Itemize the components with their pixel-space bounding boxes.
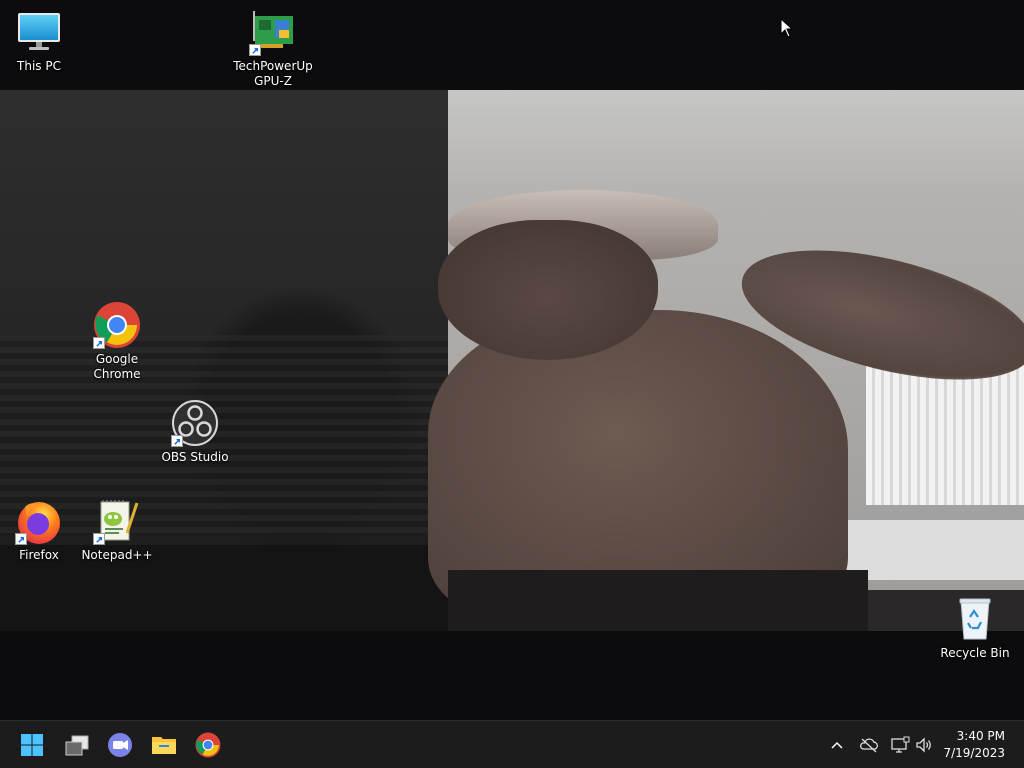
- clock-time: 3:40 PM: [956, 729, 1005, 743]
- show-hidden-icons-button[interactable]: [825, 733, 849, 757]
- desktop-icon-label: Recycle Bin: [940, 646, 1010, 660]
- task-view-icon: [65, 735, 89, 756]
- desktop-icon-label: This PC: [17, 59, 61, 73]
- monitor-icon: [15, 8, 63, 56]
- task-view-button[interactable]: [57, 725, 97, 765]
- shortcut-arrow-icon: [249, 44, 261, 56]
- obs-icon: [171, 399, 219, 447]
- desktop-icon-obs[interactable]: OBS Studio: [156, 399, 234, 465]
- mouse-cursor-icon: [780, 18, 794, 38]
- chat-button[interactable]: [100, 725, 140, 765]
- chevron-up-icon: [831, 741, 843, 749]
- taskbar-clock[interactable]: 3:40 PM 7/19/2023: [943, 728, 1005, 762]
- taskbar: 3:40 PM 7/19/2023: [0, 720, 1024, 768]
- desktop-icon-label: TechPowerUp GPU-Z: [233, 59, 313, 88]
- notepadpp-icon: [93, 497, 141, 545]
- chrome-icon: [195, 732, 221, 758]
- windows-start-icon: [21, 734, 43, 756]
- chrome-taskbar-button[interactable]: [188, 725, 228, 765]
- desktop-icon-label: Google Chrome: [93, 352, 141, 381]
- recycle-bin-icon: [951, 595, 999, 643]
- desktop-icon-label: Firefox: [19, 548, 59, 562]
- desktop-icon-recycle-bin[interactable]: Recycle Bin: [936, 595, 1014, 661]
- onedrive-icon: [860, 738, 878, 753]
- volume-icon: [916, 737, 931, 753]
- chrome-icon: [93, 301, 141, 349]
- desktop-icon-label: OBS Studio: [161, 450, 229, 464]
- wallpaper-right-panel: [428, 90, 1024, 631]
- network-icon: [891, 736, 910, 753]
- gpuz-icon: [249, 8, 297, 56]
- desktop-icon-label: Notepad++: [81, 548, 153, 562]
- shortcut-arrow-icon: [15, 533, 27, 545]
- shortcut-arrow-icon: [93, 337, 105, 349]
- shortcut-arrow-icon: [171, 435, 183, 447]
- file-explorer-button[interactable]: [144, 725, 184, 765]
- shortcut-arrow-icon: [93, 533, 105, 545]
- network-tray-button[interactable]: [888, 733, 912, 757]
- desktop-icon-firefox[interactable]: Firefox: [0, 497, 78, 563]
- teams-chat-icon: [108, 733, 132, 757]
- start-button[interactable]: [12, 725, 52, 765]
- desktop-icon-this-pc[interactable]: This PC: [0, 8, 78, 74]
- desktop-icon-notepadpp[interactable]: Notepad++: [78, 497, 156, 563]
- clock-date: 7/19/2023: [943, 746, 1005, 760]
- volume-tray-button[interactable]: [912, 733, 936, 757]
- desktop-icon-chrome[interactable]: Google Chrome: [78, 301, 156, 382]
- file-explorer-icon: [152, 737, 176, 754]
- desktop-icon-gpuz[interactable]: TechPowerUp GPU-Z: [233, 8, 313, 89]
- onedrive-tray-button[interactable]: [857, 733, 881, 757]
- firefox-icon: [15, 497, 63, 545]
